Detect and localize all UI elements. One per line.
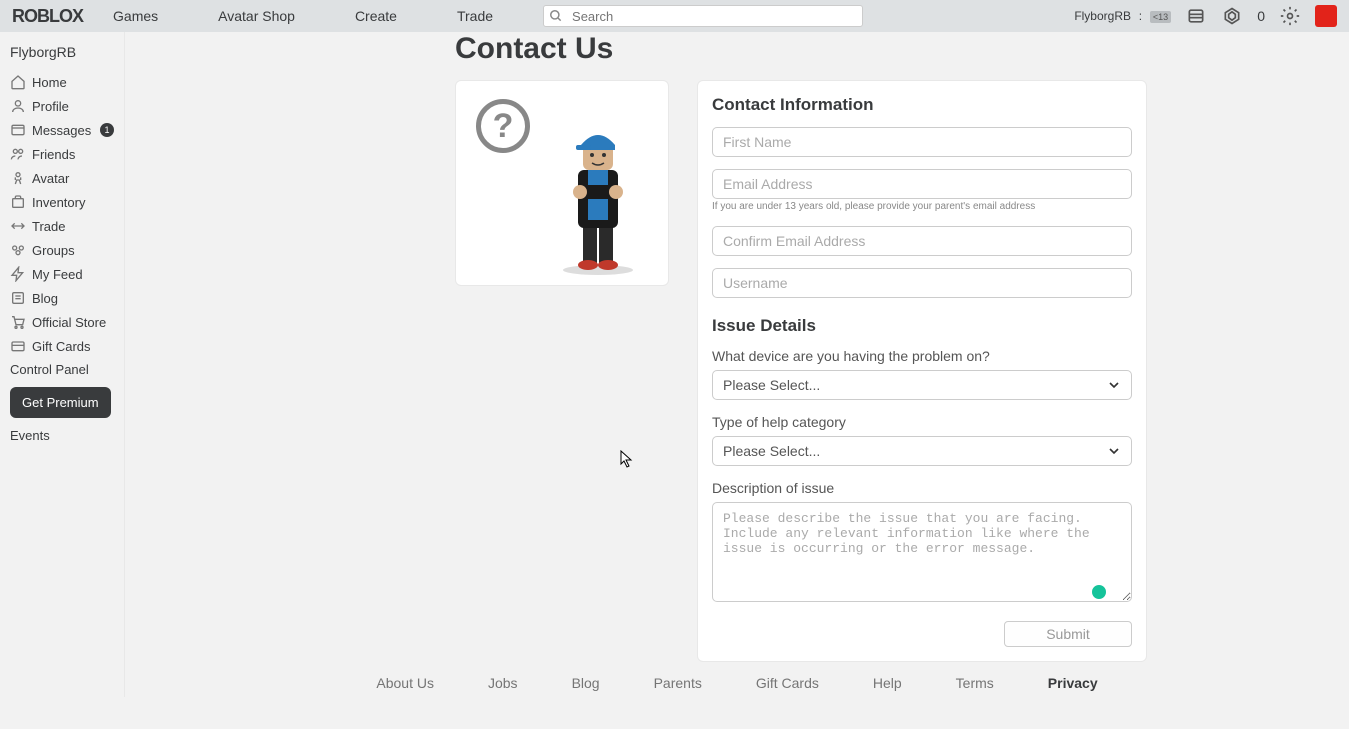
search-input[interactable] xyxy=(543,5,863,27)
robux-icon[interactable] xyxy=(1221,5,1243,27)
sidebar-label: Trade xyxy=(32,219,65,234)
friends-icon xyxy=(10,146,26,162)
sidebar-item-profile[interactable]: Profile xyxy=(0,94,124,118)
sidebar-list: Home Profile Messages 1 Friends Avatar I… xyxy=(0,70,124,358)
nav-avatar-shop[interactable]: Avatar Shop xyxy=(218,8,295,24)
search-wrap xyxy=(543,5,863,27)
alert-icon[interactable] xyxy=(1315,5,1337,27)
question-mark-icon: ? xyxy=(476,99,530,153)
sidebar-label: Gift Cards xyxy=(32,339,91,354)
logo[interactable]: ROBLOX xyxy=(12,6,83,27)
home-icon xyxy=(10,74,26,90)
avatar-icon xyxy=(10,170,26,186)
sidebar-label: Inventory xyxy=(32,195,85,210)
feed-icon xyxy=(10,266,26,282)
category-select[interactable]: Please Select... xyxy=(712,436,1132,466)
sidebar-item-friends[interactable]: Friends xyxy=(0,142,124,166)
footer-privacy[interactable]: Privacy xyxy=(1048,675,1098,691)
nav-right: FlyborgRB : <13 0 xyxy=(1074,5,1337,27)
sidebar-item-trade[interactable]: Trade xyxy=(0,214,124,238)
footer-giftcards[interactable]: Gift Cards xyxy=(756,675,819,691)
sidebar-username[interactable]: FlyborgRB xyxy=(0,38,124,66)
notifications-icon[interactable] xyxy=(1185,5,1207,27)
sidebar-events[interactable]: Events xyxy=(0,424,124,447)
top-nav: ROBLOX Games Avatar Shop Create Trade Fl… xyxy=(0,0,1349,32)
main-content: Contact Us ? xyxy=(125,32,1349,662)
footer-blog[interactable]: Blog xyxy=(572,675,600,691)
username-text: FlyborgRB xyxy=(1074,9,1131,23)
robux-count: 0 xyxy=(1257,8,1265,24)
sidebar-label: Profile xyxy=(32,99,69,114)
inventory-icon xyxy=(10,194,26,210)
footer-about[interactable]: About Us xyxy=(376,675,434,691)
sidebar-item-groups[interactable]: Groups xyxy=(0,238,124,262)
sidebar-label: Groups xyxy=(32,243,75,258)
category-label: Type of help category xyxy=(712,414,1132,430)
device-label: What device are you having the problem o… xyxy=(712,348,1132,364)
sidebar-item-inventory[interactable]: Inventory xyxy=(0,190,124,214)
chevron-down-icon xyxy=(1106,443,1122,459)
sidebar-item-blog[interactable]: Blog xyxy=(0,286,124,310)
nav-games[interactable]: Games xyxy=(113,8,158,24)
description-textarea[interactable] xyxy=(712,502,1132,602)
trade-icon xyxy=(10,218,26,234)
sidebar-item-myfeed[interactable]: My Feed xyxy=(0,262,124,286)
store-icon xyxy=(10,314,26,330)
sidebar-label: Avatar xyxy=(32,171,69,186)
sidebar-label: Messages xyxy=(32,123,91,138)
username-display[interactable]: FlyborgRB : <13 xyxy=(1074,7,1171,25)
content-row: ? xyxy=(455,80,1349,662)
footer-jobs[interactable]: Jobs xyxy=(488,675,518,691)
blog-icon xyxy=(10,290,26,306)
first-name-input[interactable] xyxy=(712,127,1132,157)
description-label: Description of issue xyxy=(712,480,1132,496)
sidebar-item-avatar[interactable]: Avatar xyxy=(0,166,124,190)
sidebar-label: Blog xyxy=(32,291,58,306)
sidebar: FlyborgRB Home Profile Messages 1 Friend… xyxy=(0,32,125,697)
groups-icon xyxy=(10,242,26,258)
giftcards-icon xyxy=(10,338,26,354)
confirm-email-input[interactable] xyxy=(712,226,1132,256)
email-hint: If you are under 13 years old, please pr… xyxy=(712,201,1132,212)
illustration-card: ? xyxy=(455,80,669,286)
page-title: Contact Us xyxy=(455,32,1349,66)
issue-details-heading: Issue Details xyxy=(712,316,1132,336)
username-input[interactable] xyxy=(712,268,1132,298)
messages-badge: 1 xyxy=(100,123,114,137)
grammarly-icon[interactable] xyxy=(1090,583,1108,601)
device-select-value: Please Select... xyxy=(712,370,1132,400)
submit-button[interactable]: Submit xyxy=(1004,621,1132,647)
contact-form: Contact Information If you are under 13 … xyxy=(697,80,1147,662)
nav-trade[interactable]: Trade xyxy=(457,8,493,24)
search-icon xyxy=(549,9,563,23)
sidebar-item-home[interactable]: Home xyxy=(0,70,124,94)
get-premium-button[interactable]: Get Premium xyxy=(10,387,111,418)
nav-create[interactable]: Create xyxy=(355,8,397,24)
avatar-illustration xyxy=(548,105,648,275)
age-badge: <13 xyxy=(1150,11,1171,23)
chevron-down-icon xyxy=(1106,377,1122,393)
sidebar-label: My Feed xyxy=(32,267,83,282)
device-select[interactable]: Please Select... xyxy=(712,370,1132,400)
settings-icon[interactable] xyxy=(1279,5,1301,27)
sidebar-item-messages[interactable]: Messages 1 xyxy=(0,118,124,142)
footer-parents[interactable]: Parents xyxy=(654,675,702,691)
footer-help[interactable]: Help xyxy=(873,675,902,691)
footer-terms[interactable]: Terms xyxy=(956,675,994,691)
footer: About Us Jobs Blog Parents Gift Cards He… xyxy=(125,675,1349,691)
nav-links: Games Avatar Shop Create Trade xyxy=(113,8,493,24)
sidebar-control-panel[interactable]: Control Panel xyxy=(0,358,124,381)
sidebar-label: Home xyxy=(32,75,67,90)
description-wrap xyxy=(712,502,1132,621)
profile-icon xyxy=(10,98,26,114)
sidebar-label: Friends xyxy=(32,147,75,162)
sidebar-item-giftcards[interactable]: Gift Cards xyxy=(0,334,124,358)
sidebar-item-store[interactable]: Official Store xyxy=(0,310,124,334)
email-input[interactable] xyxy=(712,169,1132,199)
messages-icon xyxy=(10,122,26,138)
category-select-value: Please Select... xyxy=(712,436,1132,466)
sidebar-label: Official Store xyxy=(32,315,106,330)
contact-info-heading: Contact Information xyxy=(712,95,1132,115)
